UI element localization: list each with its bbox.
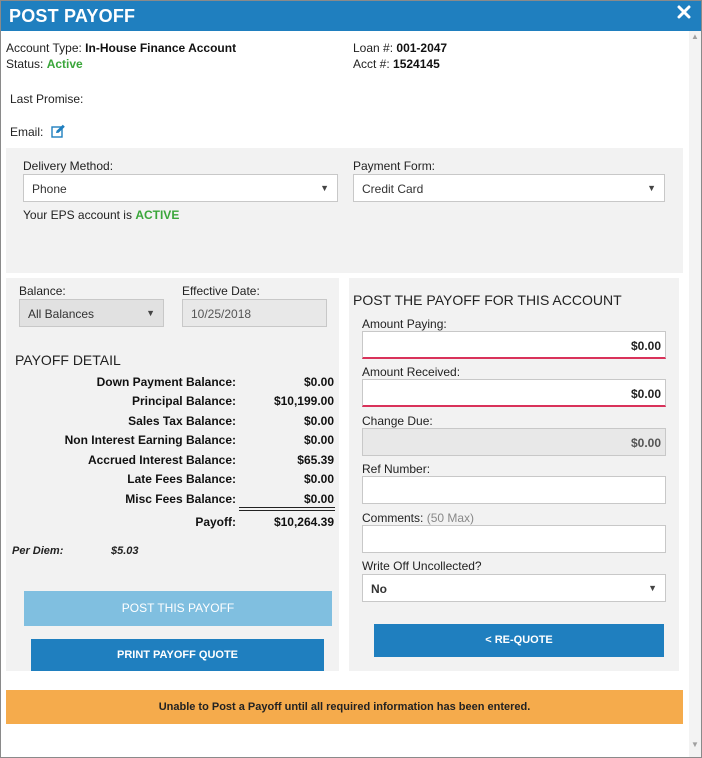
- payoff-detail-panel: Balance: All Balances ▼ Effective Date: …: [6, 278, 339, 671]
- eps-text: Your EPS account is: [23, 208, 132, 222]
- post-payoff-dialog: POST PAYOFF Account Type: In-House Finan…: [0, 0, 702, 758]
- balance-label: Balance:: [19, 284, 66, 298]
- payoff-detail-heading: PAYOFF DETAIL: [15, 352, 121, 368]
- amount-paying-value: $0.00: [630, 339, 661, 353]
- scroll-up-icon[interactable]: ▲: [689, 31, 701, 43]
- change-due-value: $0.00: [630, 436, 661, 450]
- delivery-panel: Delivery Method: Phone ▼ Payment Form: C…: [6, 148, 683, 273]
- row-label: Accrued Interest Balance:: [87, 453, 236, 467]
- delivery-method-select[interactable]: Phone ▼: [23, 174, 338, 202]
- row-value: $65.39: [297, 453, 334, 467]
- last-promise-label: Last Promise:: [10, 92, 84, 106]
- row-label: Principal Balance:: [131, 394, 236, 408]
- row-value: $0.00: [303, 492, 334, 506]
- loan-label: Loan #:: [353, 41, 394, 55]
- dialog-title: POST PAYOFF: [9, 6, 136, 26]
- write-off-label: Write Off Uncollected?: [362, 559, 482, 573]
- write-off-select[interactable]: No ▼: [362, 574, 666, 602]
- write-off-value: No: [371, 582, 387, 596]
- effective-date-field[interactable]: 10/25/2018: [182, 299, 327, 327]
- row-value: $10,199.00: [273, 394, 334, 408]
- effective-date-value: 10/25/2018: [191, 307, 252, 321]
- chevron-down-icon: ▼: [648, 583, 657, 593]
- change-due-label: Change Due:: [362, 414, 433, 428]
- scroll-down-icon[interactable]: ▼: [689, 739, 701, 751]
- amount-received-input[interactable]: $0.00: [362, 379, 666, 407]
- balance-select[interactable]: All Balances ▼: [19, 299, 164, 327]
- requote-button[interactable]: < RE-QUOTE: [374, 624, 664, 657]
- loan-number: Loan #: 001-2047: [353, 41, 447, 55]
- amount-paying-label: Amount Paying:: [362, 317, 447, 331]
- row-label: Misc Fees Balance:: [125, 492, 236, 506]
- dialog-content: Account Type: In-House Finance Account S…: [1, 31, 689, 747]
- row-label: Sales Tax Balance:: [128, 414, 236, 428]
- row-label: Down Payment Balance:: [96, 375, 236, 389]
- acct-label: Acct #:: [353, 57, 390, 71]
- email-row: Email:: [10, 124, 66, 141]
- validation-warning: Unable to Post a Payoff until all requir…: [6, 690, 683, 724]
- acct-value: 1524145: [393, 57, 440, 71]
- change-due-field: $0.00: [362, 428, 666, 456]
- vertical-scrollbar[interactable]: ▲ ▼: [689, 31, 701, 757]
- row-label: Late Fees Balance:: [127, 472, 236, 486]
- row-value: $0.00: [303, 414, 334, 428]
- account-type-label: Account Type:: [6, 41, 82, 55]
- post-payoff-button[interactable]: POST THIS PAYOFF: [24, 591, 332, 626]
- loan-value: 001-2047: [396, 41, 448, 55]
- amount-received-value: $0.00: [630, 387, 661, 401]
- payoff-total-label: Payoff:: [195, 515, 236, 529]
- total-divider: [239, 507, 335, 511]
- payment-form-label: Payment Form:: [353, 159, 436, 173]
- delivery-method-value: Phone: [32, 182, 67, 196]
- chevron-down-icon: ▼: [647, 183, 656, 193]
- payment-form-value: Credit Card: [362, 182, 424, 196]
- effective-date-label: Effective Date:: [182, 284, 260, 298]
- row-label: Non Interest Earning Balance:: [64, 433, 236, 447]
- post-form-heading: POST THE PAYOFF FOR THIS ACCOUNT: [353, 292, 622, 308]
- comments-hint: (50 Max): [426, 511, 475, 525]
- row-value: $0.00: [303, 472, 334, 486]
- account-type: Account Type: In-House Finance Account: [6, 41, 236, 55]
- payment-form-select[interactable]: Credit Card ▼: [353, 174, 665, 202]
- chevron-down-icon: ▼: [320, 183, 329, 193]
- per-diem-value: $5.03: [111, 545, 139, 557]
- account-status: Status: Active: [6, 57, 83, 71]
- comments-label-text: Comments:: [362, 511, 424, 525]
- edit-icon[interactable]: [50, 124, 66, 141]
- acct-number: Acct #: 1524145: [353, 57, 440, 71]
- payoff-total-value: $10,264.39: [273, 515, 334, 529]
- delivery-method-label: Delivery Method:: [23, 159, 114, 173]
- comments-input[interactable]: [362, 525, 666, 553]
- status-label: Status:: [6, 57, 44, 71]
- per-diem-label: Per Diem:: [12, 545, 64, 557]
- row-value: $0.00: [303, 375, 334, 389]
- eps-status-value: ACTIVE: [135, 208, 180, 222]
- amount-received-label: Amount Received:: [362, 365, 461, 379]
- close-icon[interactable]: [677, 5, 693, 21]
- eps-status: Your EPS account is ACTIVE: [23, 208, 179, 222]
- print-payoff-quote-button[interactable]: PRINT PAYOFF QUOTE: [31, 639, 324, 671]
- chevron-down-icon: ▼: [146, 308, 155, 318]
- account-type-value: In-House Finance Account: [85, 41, 237, 55]
- post-payoff-form-panel: POST THE PAYOFF FOR THIS ACCOUNT Amount …: [349, 278, 679, 671]
- amount-paying-input[interactable]: $0.00: [362, 331, 666, 359]
- status-value: Active: [46, 57, 83, 71]
- email-label: Email:: [10, 125, 44, 139]
- ref-number-label: Ref Number:: [362, 462, 431, 476]
- balance-value: All Balances: [28, 307, 95, 321]
- row-value: $0.00: [303, 433, 334, 447]
- ref-number-input[interactable]: [362, 476, 666, 504]
- comments-label: Comments: (50 Max): [362, 511, 474, 525]
- dialog-titlebar: POST PAYOFF: [1, 1, 701, 31]
